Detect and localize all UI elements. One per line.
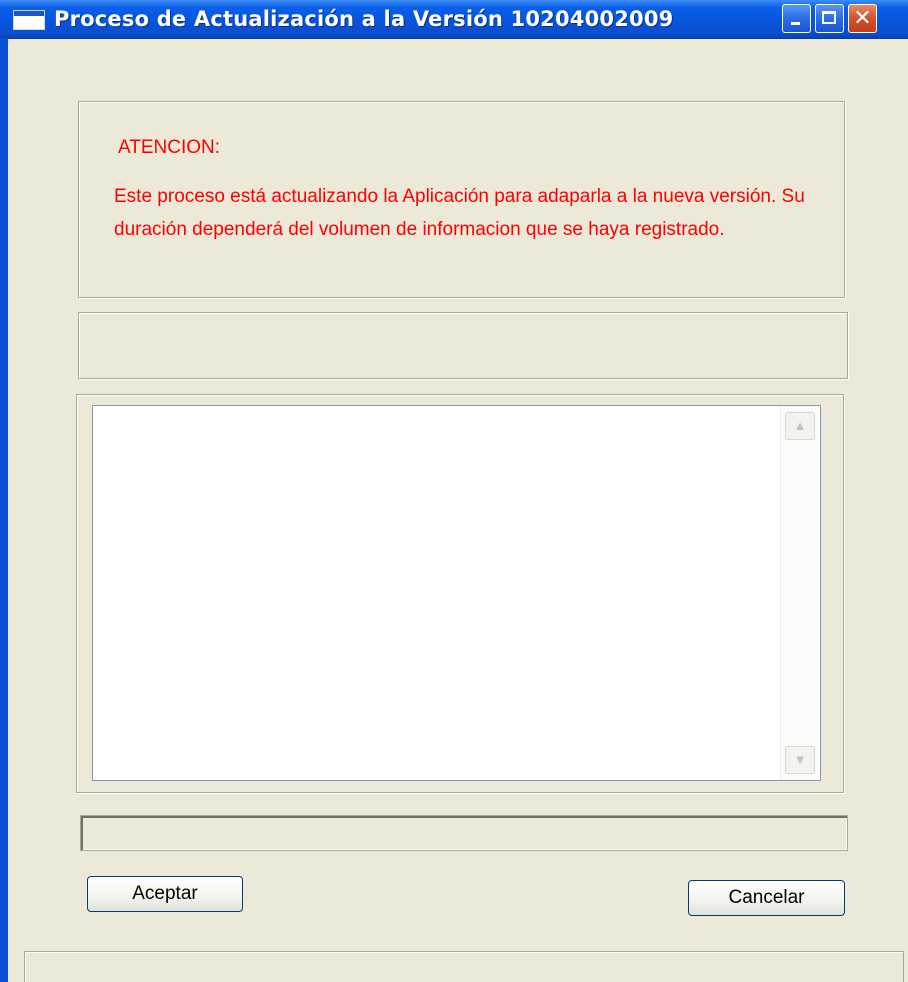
chevron-up-icon: ▲	[793, 418, 807, 433]
log-textarea[interactable]: ▲ ▼	[92, 405, 821, 781]
close-button[interactable]: ✕	[848, 4, 877, 33]
close-icon: ✕	[853, 6, 872, 31]
minimize-icon	[791, 22, 800, 25]
accept-button[interactable]: Aceptar	[87, 876, 243, 912]
status-panel	[78, 312, 848, 379]
chevron-down-icon: ▼	[793, 752, 807, 767]
maximize-icon	[822, 11, 836, 24]
scroll-down-button[interactable]: ▼	[785, 746, 815, 774]
progress-bar	[80, 815, 848, 851]
cancel-button[interactable]: Cancelar	[688, 880, 845, 916]
window-icon	[13, 10, 45, 30]
log-scrollbar[interactable]: ▲ ▼	[780, 406, 820, 780]
window-left-border	[0, 38, 8, 982]
window-title: Proceso de Actualización a la Versión 10…	[54, 7, 674, 31]
maximize-button[interactable]	[815, 4, 844, 33]
bottom-status-panel	[24, 951, 904, 982]
warning-message: Este proceso está actualizando la Aplica…	[114, 186, 805, 240]
title-bar[interactable]: Proceso de Actualización a la Versión 10…	[0, 0, 908, 39]
minimize-button[interactable]	[782, 4, 811, 33]
warning-title: ATENCION:	[118, 137, 221, 158]
scroll-up-button[interactable]: ▲	[785, 412, 815, 440]
update-dialog-window: Proceso de Actualización a la Versión 10…	[0, 0, 908, 982]
